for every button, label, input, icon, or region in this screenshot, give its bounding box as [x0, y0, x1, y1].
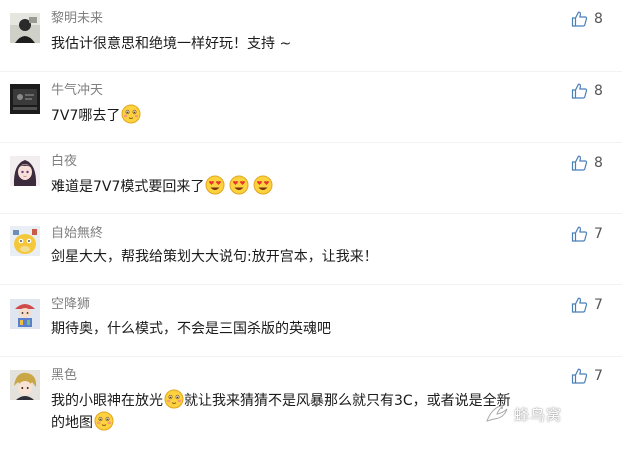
like-button[interactable]: 8 [571, 11, 603, 27]
like-count: 7 [594, 226, 603, 242]
thumbs-up-icon [571, 155, 588, 171]
avatar[interactable] [10, 13, 40, 43]
avatar[interactable] [10, 299, 40, 329]
divider [0, 356, 622, 357]
comment-text: 难道是7V7模式要回来了 [51, 175, 273, 198]
comment-username[interactable]: 黑色 [51, 368, 77, 384]
like-count: 8 [594, 11, 603, 27]
comment-text-continued: 的地图 [51, 411, 114, 434]
divider [0, 71, 622, 72]
blushing-emoji-icon [121, 104, 141, 124]
comment-text: 我的小眼神在放光 就让我来猜猜不是风暴那么就只有3C，或者说是全新 [51, 389, 511, 412]
like-button[interactable]: 7 [571, 226, 603, 242]
thumbs-up-icon [571, 297, 588, 313]
comment-text-segment: 剑星大大，帮我给策划大大说句:放开宫本，让我来！ [51, 249, 378, 265]
like-count: 8 [594, 155, 603, 171]
comment-text: 7V7哪去了 [51, 104, 141, 127]
like-button[interactable]: 8 [571, 155, 603, 171]
avatar[interactable] [10, 226, 40, 256]
comment-text: 剑星大大，帮我给策划大大说句:放开宫本，让我来！ [51, 246, 378, 268]
comment-text-segment: 的地图 [51, 415, 93, 431]
like-button[interactable]: 7 [571, 297, 603, 313]
like-button[interactable]: 7 [571, 368, 603, 384]
comment-username[interactable]: 自始無終 [51, 226, 103, 242]
comment-text-segment: 期待奥，什么模式，不会是三国杀版的英魂吧 [51, 321, 331, 337]
heart-eyes-emoji-icon [229, 175, 249, 195]
avatar[interactable] [10, 84, 40, 114]
blushing-emoji-icon [164, 389, 184, 409]
thumbs-up-icon [571, 368, 588, 384]
comment-text-segment: 7V7哪去了 [51, 108, 121, 124]
avatar[interactable] [10, 156, 40, 186]
like-count: 8 [594, 83, 603, 99]
comment-text-segment: 我估计很意思和绝境一样好玩！支持 ~ [51, 36, 292, 52]
watermark: 蜂鸟窝 [484, 396, 608, 432]
watermark-text: 蜂鸟窝 [514, 405, 563, 424]
comment-text-segment: 难道是7V7模式要回来了 [51, 179, 205, 195]
avatar[interactable] [10, 370, 40, 400]
divider [0, 213, 622, 214]
hummingbird-logo-icon [486, 404, 508, 422]
comment-username[interactable]: 白夜 [51, 154, 77, 170]
comment-text-segment: 就让我来猜猜不是风暴那么就只有3C，或者说是全新 [184, 393, 511, 409]
comment-text: 期待奥，什么模式，不会是三国杀版的英魂吧 [51, 318, 331, 340]
divider [0, 142, 622, 143]
like-count: 7 [594, 297, 603, 313]
comment-text: 我估计很意思和绝境一样好玩！支持 ~ [51, 33, 291, 55]
heart-eyes-emoji-icon [205, 175, 225, 195]
thumbs-up-icon [571, 226, 588, 242]
like-count: 7 [594, 368, 603, 384]
comment-username[interactable]: 空降狮 [51, 297, 90, 313]
heart-eyes-emoji-icon [253, 175, 273, 195]
thumbs-up-icon [571, 83, 588, 99]
blushing-emoji-icon [94, 411, 114, 431]
comment-text-segment: 我的小眼神在放光 [51, 393, 163, 409]
comment-username[interactable]: 牛气冲天 [51, 83, 103, 99]
thumbs-up-icon [571, 11, 588, 27]
comment-username[interactable]: 黎明未来 [51, 11, 103, 27]
divider [0, 284, 622, 285]
like-button[interactable]: 8 [571, 83, 603, 99]
